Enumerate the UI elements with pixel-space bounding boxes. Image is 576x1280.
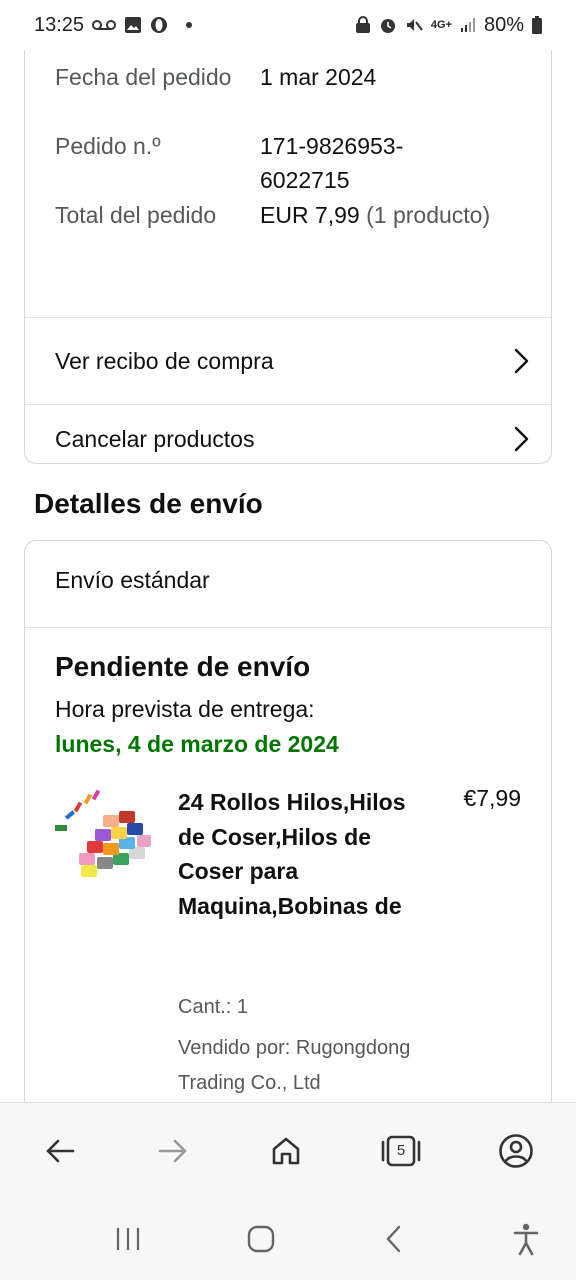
tabs-icon[interactable]: 5 [379,1131,423,1171]
order-total-count: (1 producto) [366,202,491,228]
eta-label: Hora prevista de entrega: [55,696,315,722]
chevron-right-icon [513,426,529,452]
view-receipt-link[interactable]: Ver recibo de compra [25,318,551,404]
accessibility-icon[interactable] [506,1219,546,1259]
signal-icon [460,17,476,33]
order-date-value: 1 mar 2024 [260,64,377,90]
cancel-items-label: Cancelar productos [55,425,255,452]
divider [25,627,551,628]
battery-icon [532,16,542,34]
order-total-amount: EUR 7,99 [260,202,360,228]
voicemail-icon [92,18,117,32]
shipment-status-title: Pendiente de envío [55,651,311,682]
opera-icon [150,16,168,34]
recents-icon[interactable] [108,1219,148,1259]
alarm-icon [379,16,397,34]
home-circle-icon[interactable] [241,1219,281,1259]
eta-date: lunes, 4 de marzo de 2024 [55,731,339,757]
shipping-section-title: Detalles de envío [34,488,263,519]
order-summary-card: Fecha del pedido 1 mar 2024 Pedido n.º 1… [24,50,552,464]
product-price: €7,99 [463,785,521,811]
order-number-label: Pedido n.º [55,133,161,159]
forward-arrow-icon[interactable] [153,1131,193,1171]
order-total-value: EUR 7,99 (1 producto) [260,198,560,232]
shipping-method: Envío estándar [55,567,210,593]
system-navigation-bar [0,1198,576,1280]
view-receipt-label: Ver recibo de compra [55,347,274,374]
gallery-icon [124,16,142,34]
home-icon[interactable] [266,1131,306,1171]
network-type: 4G+ [430,18,452,31]
order-date-row: Fecha del pedido 1 mar 2024 [55,60,531,128]
order-date-label: Fecha del pedido [55,64,232,90]
back-arrow-icon[interactable] [40,1131,80,1171]
product-seller: Vendido por: Rugongdong Trading Co., Ltd [178,1037,411,1094]
page-content[interactable]: Fecha del pedido 1 mar 2024 Pedido n.º 1… [0,50,576,1102]
battery-percent: 80% [483,13,524,36]
account-icon[interactable] [496,1131,536,1171]
tab-count: 5 [396,1141,406,1159]
status-time: 13:25 [34,13,85,36]
lock-icon [355,16,371,34]
status-bar: 13:25 4G+ 80% [0,0,576,50]
shipping-card: Envío estándar Pendiente de envío Hora p… [24,540,552,1102]
order-total-row: Total del pedido EUR 7,99 (1 producto) [55,198,531,266]
order-number-row: Pedido n.º 171-9826953-6022715 [55,129,531,197]
order-number-value: 171-9826953-6022715 [260,133,404,193]
product-title-link[interactable]: 24 Rollos Hilos,Hilos de Coser,Hilos de … [178,785,408,923]
product-thumbnail[interactable] [51,787,157,893]
mute-icon [405,16,423,34]
browser-toolbar: 5 [0,1102,576,1198]
product-quantity: Cant.: 1 [178,996,249,1018]
cancel-items-link[interactable]: Cancelar productos [25,405,551,473]
notification-dot [186,22,193,28]
order-total-label: Total del pedido [55,202,217,228]
chevron-right-icon [513,348,529,374]
back-icon[interactable] [373,1219,413,1259]
